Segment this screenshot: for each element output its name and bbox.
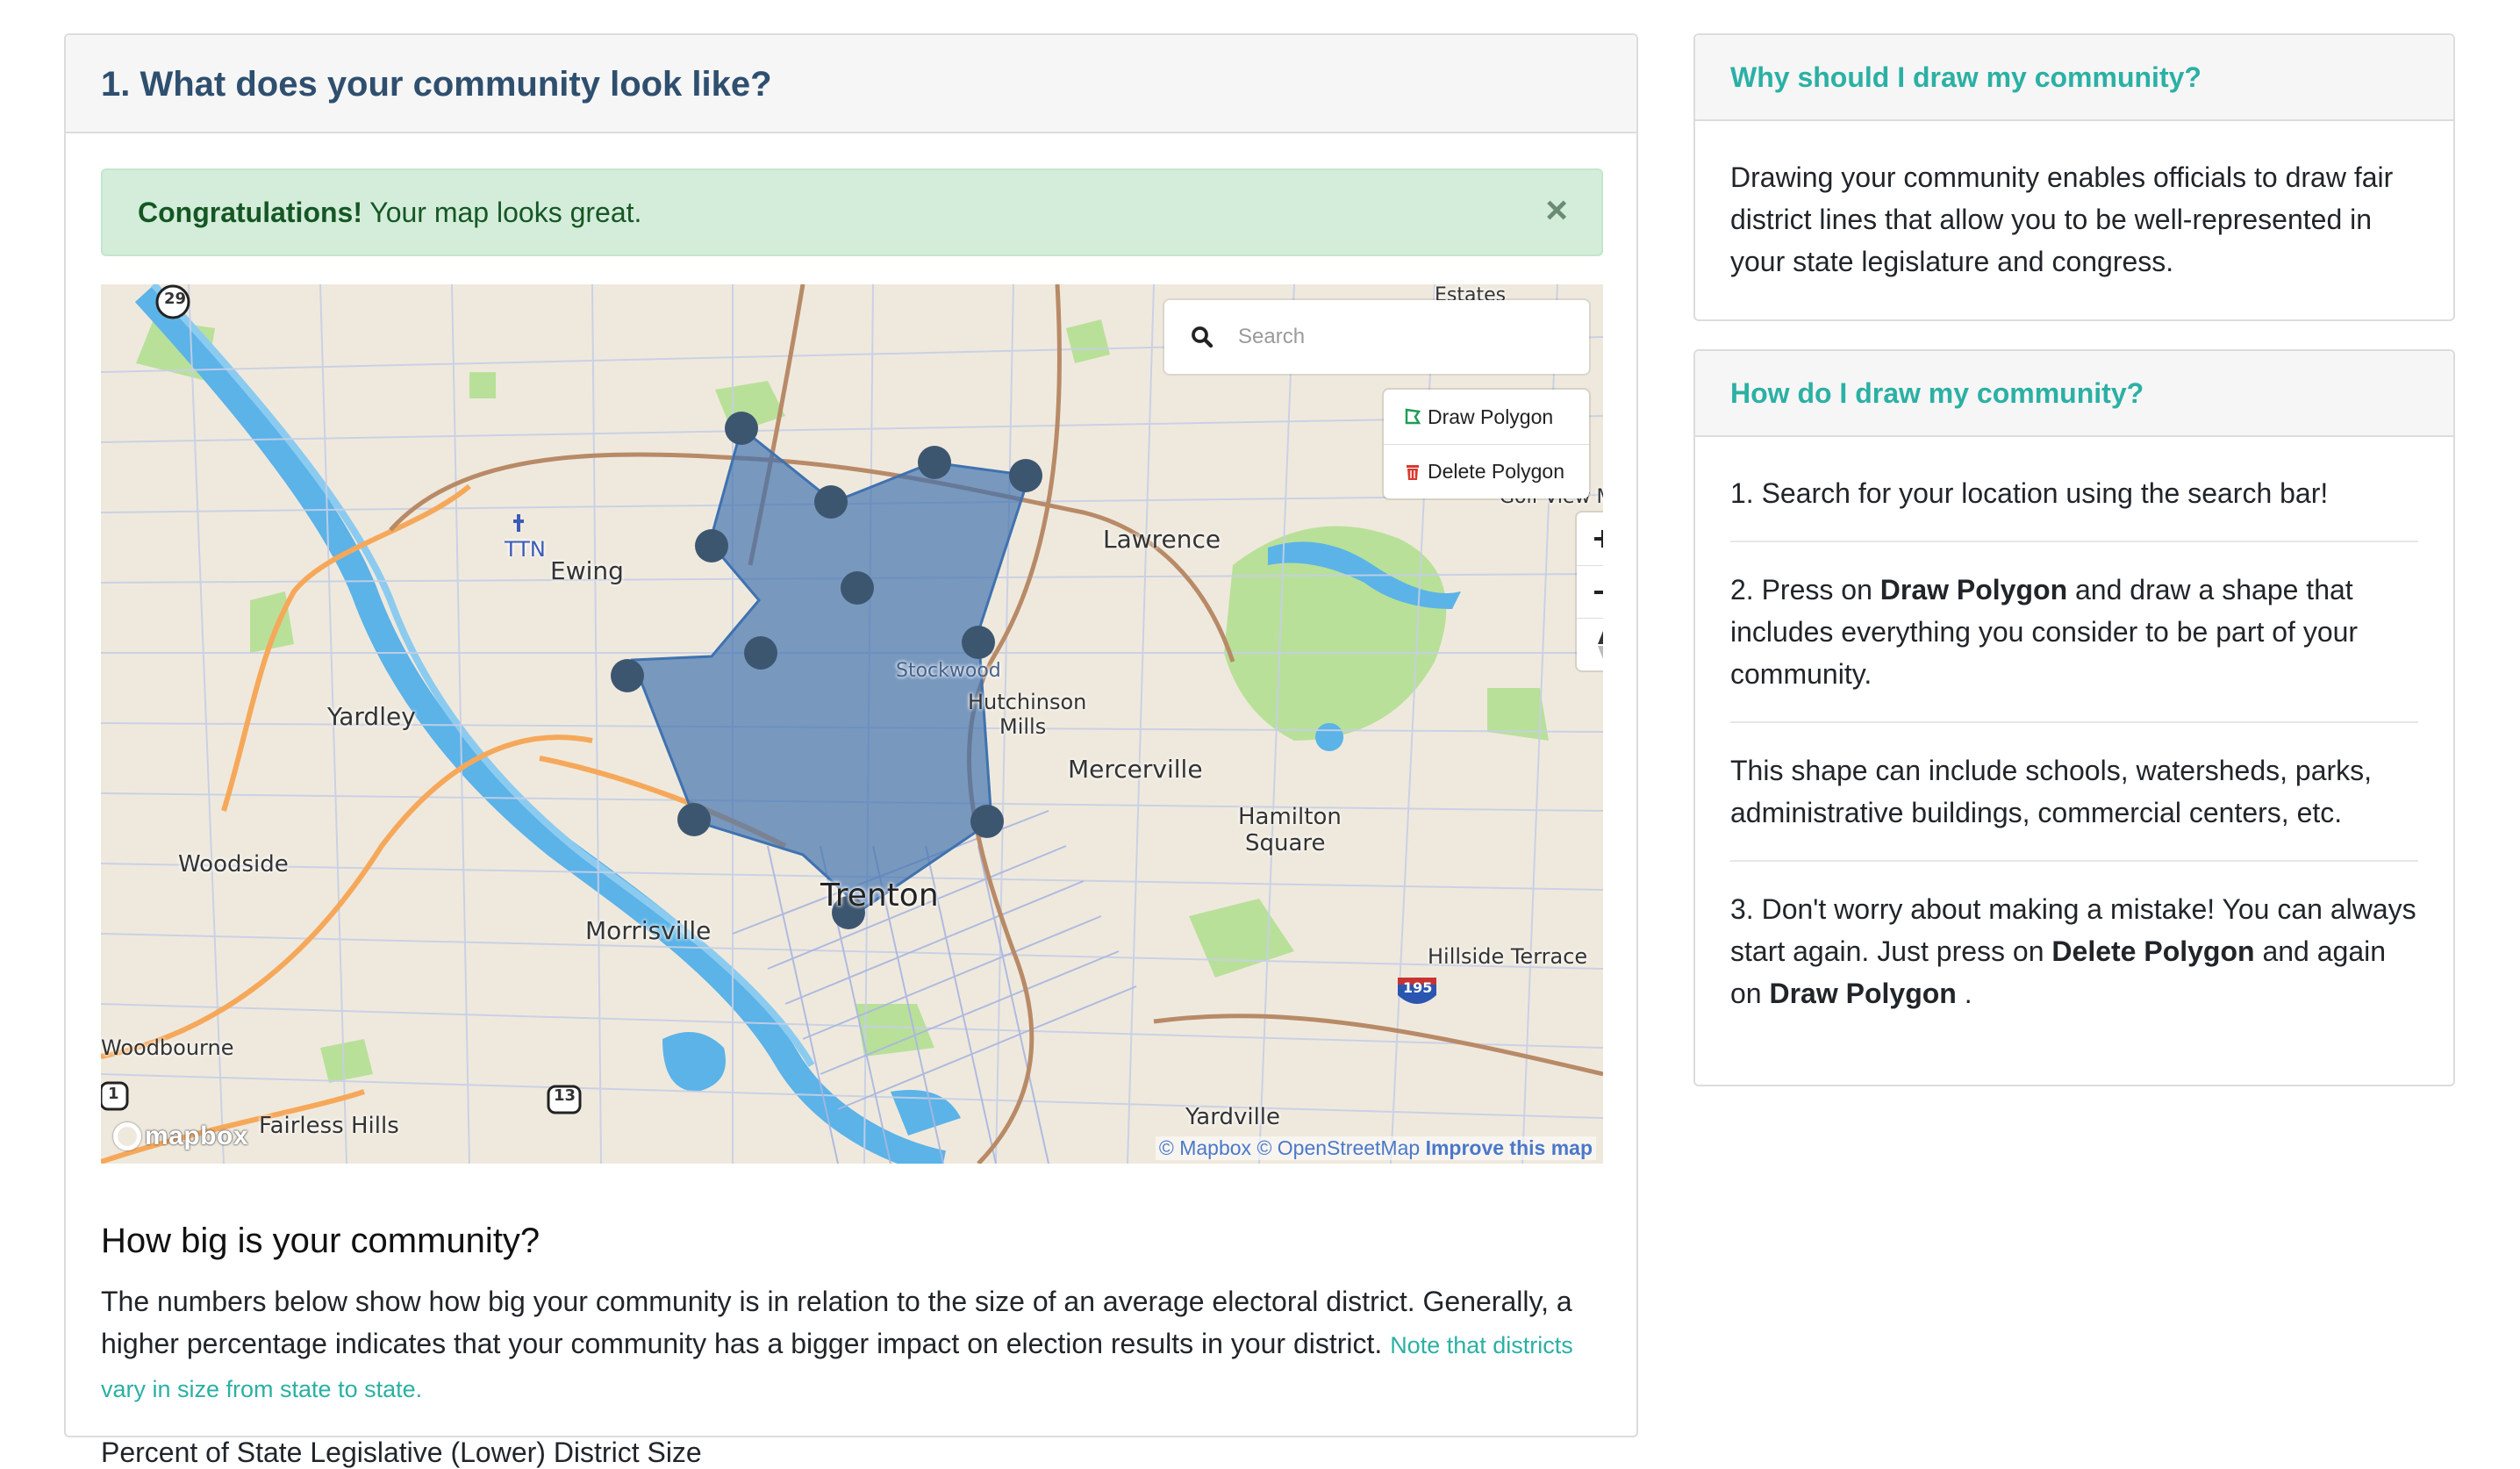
map-label-ttn: TTN	[505, 537, 546, 562]
why-draw-title: Why should I draw my community?	[1730, 61, 2201, 93]
step-restart-bold-draw: Draw Polygon	[1769, 978, 1957, 1009]
close-icon[interactable]: ×	[1545, 191, 1568, 230]
step-restart-post: .	[1956, 978, 1972, 1009]
why-draw-card: Why should I draw my community? Drawing …	[1693, 33, 2455, 321]
step-search-text: 1. Search for your location using the se…	[1730, 477, 2329, 509]
search-input[interactable]	[1238, 325, 1571, 349]
alert-strong: Congratulations!	[138, 197, 362, 228]
map-label-fairless-hills: Fairless Hills	[259, 1113, 399, 1139]
plus-icon	[1594, 530, 1603, 548]
zoom-in-button[interactable]	[1577, 512, 1603, 565]
delete-polygon-label: Delete Polygon	[1428, 460, 1564, 483]
search-icon	[1192, 326, 1213, 348]
attribution-osm-link[interactable]: © OpenStreetMap	[1256, 1136, 1420, 1159]
attribution-mapbox-link[interactable]: © Mapbox	[1159, 1136, 1251, 1159]
polygon-icon	[1405, 408, 1421, 425]
community-size-description: The numbers below show how big your comm…	[101, 1280, 1603, 1410]
step-draw: 2. Press on Draw Polygon and draw a shap…	[1730, 541, 2418, 721]
improve-map-link[interactable]: Improve this map	[1426, 1136, 1593, 1159]
map-attribution: © Mapbox © OpenStreetMap Improve this ma…	[1155, 1136, 1596, 1160]
page-title: 1. What does your community look like?	[101, 65, 772, 104]
map-label-mills: Mills	[999, 714, 1047, 739]
map-basemap	[101, 284, 1603, 1164]
minus-icon	[1594, 590, 1603, 594]
compass-button[interactable]	[1577, 618, 1603, 670]
trash-icon	[1407, 464, 1419, 480]
route-29-shield: 29	[164, 290, 187, 308]
mapbox-logo[interactable]: mapbox	[113, 1121, 248, 1151]
step-shape-text: This shape can include schools, watershe…	[1730, 755, 2373, 828]
community-size-section: How big is your community? The numbers b…	[101, 1222, 1603, 1468]
map-label-morrisville: Morrisville	[585, 916, 712, 945]
percent-district-label: Percent of State Legislative (Lower) Dis…	[101, 1437, 702, 1468]
map-label-stockwood: Stockwood	[896, 660, 1001, 682]
zoom-controls	[1577, 512, 1603, 670]
delete-polygon-button[interactable]: Delete Polygon	[1384, 444, 1589, 498]
how-draw-title: How do I draw my community?	[1730, 377, 2144, 409]
draw-polygon-button[interactable]: Draw Polygon	[1384, 390, 1589, 444]
draw-polygon-label: Draw Polygon	[1428, 405, 1554, 428]
map-label-hillside-terrace: Hillside Terrace	[1428, 944, 1588, 969]
community-size-text: The numbers below show how big your comm…	[101, 1286, 1572, 1359]
step-restart: 3. Don't worry about making a mistake! Y…	[1730, 860, 2418, 1041]
how-draw-header: How do I draw my community?	[1695, 351, 2453, 437]
map-label-trenton: Trenton	[820, 878, 939, 914]
map-label-hamilton: Hamilton	[1238, 804, 1342, 830]
map-label-yardley: Yardley	[327, 702, 416, 731]
interstate-195-shield: 195	[1403, 979, 1433, 996]
step-shape-info: This shape can include schools, watershe…	[1730, 721, 2418, 860]
step-search: 1. Search for your location using the se…	[1730, 472, 2418, 541]
route-13-shield: 13	[554, 1086, 576, 1105]
map-label-hutchinson: Hutchinson	[968, 690, 1087, 714]
card-header: 1. What does your community look like?	[66, 35, 1636, 133]
compass-icon	[1598, 630, 1603, 659]
how-draw-card: How do I draw my community? 1. Search fo…	[1693, 349, 2455, 1086]
community-size-heading: How big is your community?	[101, 1222, 541, 1260]
mapbox-logo-text: mapbox	[145, 1121, 249, 1150]
route-1-shield: 1	[108, 1085, 119, 1103]
map-label-ewing: Ewing	[550, 556, 624, 585]
map-label-lawrence: Lawrence	[1103, 525, 1221, 554]
map-label-mercerville: Mercerville	[1068, 755, 1203, 784]
why-draw-header: Why should I draw my community?	[1695, 35, 2453, 121]
step-draw-pre: 2. Press on	[1730, 574, 1880, 606]
map-label-square: Square	[1245, 830, 1326, 856]
map-label-woodbourne: Woodbourne	[101, 1035, 234, 1060]
alert-text: Your map looks great.	[362, 197, 642, 228]
success-alert: Congratulations! Your map looks great. ×	[101, 168, 1603, 256]
map-search-box[interactable]	[1164, 300, 1589, 374]
map-label-woodside: Woodside	[178, 851, 289, 878]
how-draw-steps: 1. Search for your location using the se…	[1695, 437, 2453, 1076]
draw-controls: Draw Polygon Delete Polygon	[1384, 390, 1589, 498]
mapbox-logo-icon	[113, 1122, 141, 1150]
zoom-out-button[interactable]	[1577, 565, 1603, 618]
map-label-yardville: Yardville	[1185, 1104, 1281, 1130]
why-draw-body: Drawing your community enables officials…	[1730, 161, 2394, 277]
map-canvas[interactable]: 29 13 1 195 TTN Ewing Lawrence Yardley H…	[101, 284, 1603, 1164]
step-draw-bold: Draw Polygon	[1879, 574, 2068, 606]
step-restart-bold-delete: Delete Polygon	[2051, 935, 2255, 967]
community-map-card: 1. What does your community look like? C…	[64, 33, 1638, 1468]
